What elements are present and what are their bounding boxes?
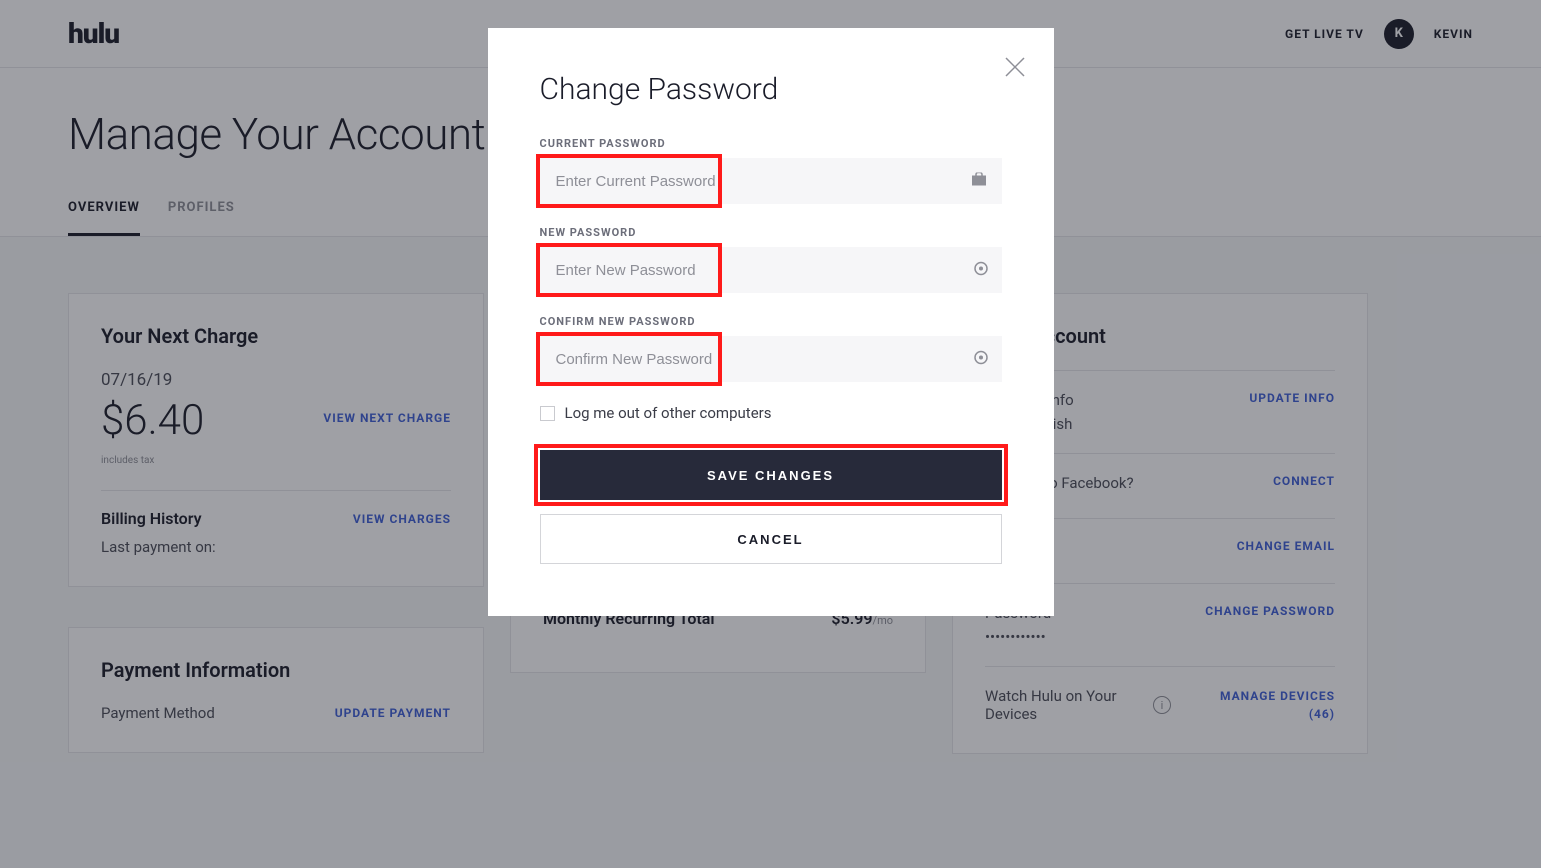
change-password-modal: Change Password CURRENT PASSWORD NEW PAS… (488, 28, 1054, 616)
show-password-icon[interactable] (974, 261, 988, 280)
logout-other-checkbox[interactable] (540, 406, 555, 421)
logout-other-label: Log me out of other computers (565, 404, 772, 422)
show-password-icon[interactable] (974, 350, 988, 369)
current-password-input[interactable] (540, 158, 1002, 204)
new-password-field: NEW PASSWORD (540, 226, 1002, 293)
cancel-button[interactable]: CANCEL (540, 514, 1002, 564)
save-changes-button[interactable]: SAVE CHANGES (540, 450, 1002, 500)
new-password-label: NEW PASSWORD (540, 226, 1002, 239)
modal-overlay[interactable]: Change Password CURRENT PASSWORD NEW PAS… (0, 0, 1541, 868)
current-password-label: CURRENT PASSWORD (540, 137, 1002, 150)
password-manager-icon[interactable] (972, 172, 988, 191)
close-icon[interactable] (1004, 56, 1026, 82)
current-password-field: CURRENT PASSWORD (540, 137, 1002, 204)
confirm-password-label: CONFIRM NEW PASSWORD (540, 315, 1002, 328)
logout-other-row: Log me out of other computers (540, 404, 1002, 422)
modal-title: Change Password (540, 72, 1002, 107)
confirm-password-field: CONFIRM NEW PASSWORD (540, 315, 1002, 382)
new-password-input[interactable] (540, 247, 1002, 293)
confirm-password-input[interactable] (540, 336, 1002, 382)
